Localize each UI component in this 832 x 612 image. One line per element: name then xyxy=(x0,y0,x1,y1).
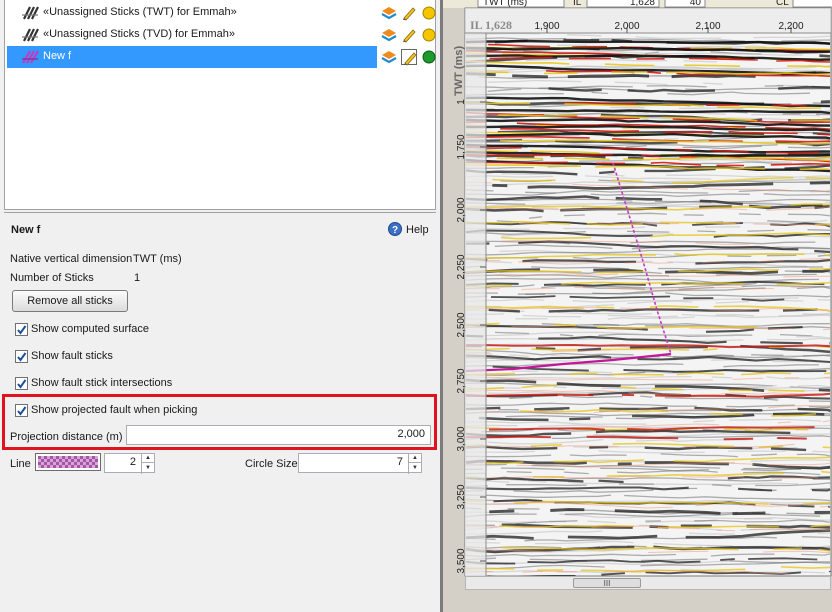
x-tick-label: 2,000 xyxy=(614,21,639,32)
vertical-axis-label: TWT (ms) xyxy=(453,46,465,96)
horizontal-scrollbar[interactable]: III xyxy=(465,576,831,590)
seismic-viewer: TWT (ms) IL 1,628 40 CL IL 1,628 1,900 2,000 2,1… xyxy=(440,0,832,612)
spin-down-icon[interactable]: ▼ xyxy=(409,463,421,472)
help-label: Help xyxy=(406,224,429,236)
number-of-sticks-label: Number of Sticks xyxy=(10,272,94,284)
number-of-sticks-value: 1 xyxy=(134,272,141,284)
highlight-annotation xyxy=(2,394,437,450)
il-value: 1,628 xyxy=(630,0,655,8)
tree-item-label: «Unassigned Sticks (TVD) for Emmah» xyxy=(43,28,235,40)
tree-item-label: «Unassigned Sticks (TWT) for Emmah» xyxy=(43,6,237,18)
y-tick-label: 3,250 xyxy=(456,484,467,509)
circle-size-value: 7 xyxy=(396,456,403,468)
status-dot-icon[interactable] xyxy=(421,49,437,65)
section-label: IL 1,628 xyxy=(470,18,512,32)
cl-label: CL xyxy=(776,0,789,8)
tree-item-tools xyxy=(381,5,437,21)
checkmark-icon xyxy=(17,325,27,335)
help-icon: ? xyxy=(388,222,402,236)
circle-size-label: Circle Size xyxy=(245,458,298,470)
checkbox-label: Show fault stick intersections xyxy=(31,377,173,389)
checkbox[interactable] xyxy=(15,350,28,363)
checkbox[interactable] xyxy=(15,377,28,390)
layers-icon[interactable] xyxy=(381,49,397,65)
layers-icon[interactable] xyxy=(381,5,397,21)
native-dimension-value: TWT (ms) xyxy=(133,253,182,265)
y-tick-label: 2,000 xyxy=(456,197,467,222)
tree-item[interactable]: New f xyxy=(5,46,437,68)
circle-size-stepper[interactable]: 7 ▲ ▼ xyxy=(298,453,422,474)
line-label: Line xyxy=(10,458,31,470)
pencil-icon[interactable] xyxy=(401,27,417,43)
circle-size-spin[interactable]: ▲ ▼ xyxy=(408,454,421,474)
status-dot-icon[interactable] xyxy=(421,5,437,21)
x-tick-label: 2,100 xyxy=(695,21,720,32)
line-style-swatch[interactable] xyxy=(35,453,101,471)
y-tick-label: 2,250 xyxy=(456,254,467,279)
checkbox-label: Show fault sticks xyxy=(31,350,113,362)
spin-up-icon[interactable]: ▲ xyxy=(409,454,421,463)
pencil-icon[interactable] xyxy=(401,49,417,66)
line-width-stepper[interactable]: 2 ▲ ▼ xyxy=(104,453,155,474)
spin-up-icon[interactable]: ▲ xyxy=(142,454,154,463)
il-label: IL xyxy=(573,0,582,8)
x-tick-label: 1,900 xyxy=(534,21,559,32)
y-tick-label: 2,500 xyxy=(456,312,467,337)
layers-icon[interactable] xyxy=(381,27,397,43)
line-width-value: 2 xyxy=(129,456,136,468)
fault-sticks-icon xyxy=(21,49,41,65)
status-dot-icon[interactable] xyxy=(421,27,437,43)
checkbox[interactable] xyxy=(15,323,28,336)
scroll-thumb[interactable]: III xyxy=(573,578,641,588)
tree-item-tools xyxy=(381,27,437,43)
checkmark-icon xyxy=(17,379,27,389)
line-width-spin[interactable]: ▲ ▼ xyxy=(141,454,154,474)
y-tick-label: 1,750 xyxy=(456,134,467,159)
step-value: 40 xyxy=(690,0,702,8)
svg-text:?: ? xyxy=(392,225,398,236)
checkmark-icon xyxy=(17,352,27,362)
fault-sticks-icon xyxy=(21,5,41,21)
line-color-pattern xyxy=(38,456,98,468)
native-dimension-label: Native vertical dimension xyxy=(10,253,133,265)
remove-all-sticks-button[interactable]: Remove all sticks xyxy=(12,290,128,312)
fault-properties-pane: «Unassigned Sticks (TWT) for Emmah» «Unas… xyxy=(0,0,440,612)
fault-sticks-icon xyxy=(21,27,41,43)
object-tree: «Unassigned Sticks (TWT) for Emmah» «Unas… xyxy=(4,0,436,210)
seismic-canvas[interactable]: TWT (ms) IL 1,628 40 CL IL 1,628 1,900 2,000 2,1… xyxy=(443,0,832,612)
x-tick-label: 2,200 xyxy=(778,21,803,32)
y-tick-label: 2,750 xyxy=(456,368,467,393)
tree-item-label: New f xyxy=(43,50,72,62)
spin-down-icon[interactable]: ▼ xyxy=(142,463,154,472)
y-tick-label: 1 xyxy=(456,99,467,105)
left-axis-strip xyxy=(465,33,486,576)
pencil-icon[interactable] xyxy=(401,5,417,21)
tree-item[interactable]: «Unassigned Sticks (TVD) for Emmah» xyxy=(5,24,437,46)
cl-input[interactable] xyxy=(792,0,832,8)
panel-title: New f xyxy=(11,224,41,236)
top-axis-strip xyxy=(465,8,831,33)
y-tick-label: 3,000 xyxy=(456,426,467,451)
y-tick-label: 3,500 xyxy=(456,548,467,573)
tree-item-tools xyxy=(381,49,437,66)
status-strip xyxy=(443,592,832,612)
tree-item[interactable]: «Unassigned Sticks (TWT) for Emmah» xyxy=(5,2,437,24)
checkbox-label: Show computed surface xyxy=(31,323,150,335)
domain-select-label: TWT (ms) xyxy=(483,0,527,8)
